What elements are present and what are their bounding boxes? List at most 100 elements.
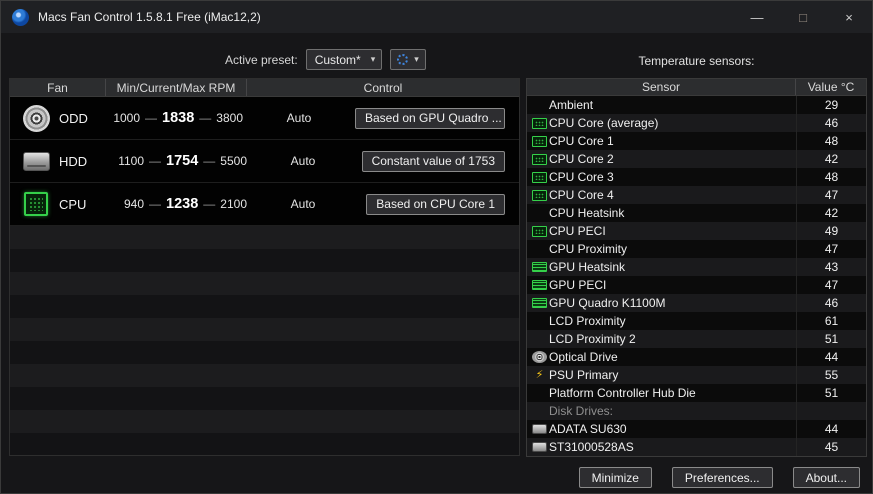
disk-drive-icon xyxy=(532,442,547,452)
sensor-name: PSU Primary xyxy=(549,368,619,382)
title-bar: Macs Fan Control 1.5.8.1 Free (iMac12,2)… xyxy=(1,1,872,33)
sensor-name: Ambient xyxy=(549,98,594,112)
sensor-name: CPU Proximity xyxy=(549,242,628,256)
sensor-value: 42 xyxy=(796,150,866,168)
sensor-name: Optical Drive xyxy=(549,350,618,364)
fan-rpm-min: 940 xyxy=(124,197,145,211)
hard-drive-icon xyxy=(22,151,50,171)
fan-rpm-max: 5500 xyxy=(220,154,247,168)
sensor-value: 51 xyxy=(796,384,866,402)
rpm-separator: — xyxy=(149,154,162,168)
sensor-value: 46 xyxy=(796,114,866,132)
sensor-name: CPU Core 3 xyxy=(549,170,614,184)
sensor-value: 47 xyxy=(796,240,866,258)
preset-dropdown[interactable]: Custom* ▾ xyxy=(305,49,383,70)
fan-rpm-cell: 1100 — 1754 — 5500 xyxy=(106,153,247,169)
fan-rpm-current: 1838 xyxy=(162,110,195,126)
fan-icon-box xyxy=(21,192,51,216)
sensor-value: 51 xyxy=(796,330,866,348)
cpu-chip-icon xyxy=(532,153,547,165)
preset-refresh-button[interactable]: ▾ xyxy=(390,49,426,70)
sensor-name: LCD Proximity xyxy=(549,314,626,328)
sensor-row[interactable]: CPU Core 1 48 xyxy=(527,132,866,150)
footer-bar: Minimize Preferences... About... xyxy=(578,467,860,488)
about-button[interactable]: About... xyxy=(792,467,860,488)
minimize-app-button[interactable]: Minimize xyxy=(578,467,652,488)
sensor-name: CPU Core 2 xyxy=(549,152,614,166)
sensor-value: 48 xyxy=(796,168,866,186)
sensor-column-header: Sensor xyxy=(527,79,796,95)
fan-row[interactable]: ODD 1000 — 1838 — 3800 Auto Based on GPU… xyxy=(10,97,519,140)
rpm-separator: — xyxy=(149,197,162,211)
fan-control-cell: Auto Constant value of 1753 xyxy=(247,150,519,172)
fan-rpm-cell: 940 — 1238 — 2100 xyxy=(106,196,247,212)
fan-rpm-max: 3800 xyxy=(216,111,243,125)
fan-table-empty-area xyxy=(10,226,519,455)
sensor-name: LCD Proximity 2 xyxy=(549,332,636,346)
sensor-row[interactable]: GPU Heatsink 43 xyxy=(527,258,866,276)
sensor-row[interactable]: CPU Heatsink 42 xyxy=(527,204,866,222)
sensor-row[interactable]: Ambient 29 xyxy=(527,96,866,114)
sensor-value: 45 xyxy=(796,438,866,456)
sensor-table: Sensor Value °C Ambient 29 CPU Core (ave… xyxy=(526,78,867,457)
fan-rpm-max: 2100 xyxy=(220,197,247,211)
sensor-value: 44 xyxy=(796,348,866,366)
fan-row[interactable]: CPU 940 — 1238 — 2100 Auto Based on CPU … xyxy=(10,183,519,226)
sensor-row[interactable]: CPU PECI 49 xyxy=(527,222,866,240)
sensor-row[interactable]: CPU Core 4 47 xyxy=(527,186,866,204)
fan-rpm-min: 1000 xyxy=(113,111,141,125)
sensor-row[interactable]: LCD Proximity 2 51 xyxy=(527,330,866,348)
value-column-header: Value °C xyxy=(807,80,855,94)
preferences-button[interactable]: Preferences... xyxy=(671,467,773,488)
sensor-name: Disk Drives: xyxy=(549,404,614,418)
sensor-value: 55 xyxy=(796,366,866,384)
sensor-row[interactable]: LCD Proximity 61 xyxy=(527,312,866,330)
sensor-row[interactable]: ADATA SU630 44 xyxy=(527,420,866,438)
close-window-button[interactable]: × xyxy=(826,1,872,33)
fan-rpm-current: 1754 xyxy=(166,153,199,169)
sensor-name: Platform Controller Hub Die xyxy=(549,386,696,400)
sensor-row[interactable]: GPU Quadro K1100M 46 xyxy=(527,294,866,312)
temperature-sensors-title: Temperature sensors: xyxy=(638,54,755,68)
rpm-separator: — xyxy=(203,154,216,168)
fan-control-button[interactable]: Constant value of 1753 xyxy=(361,150,505,172)
fan-control-button[interactable]: Based on GPU Quadro ... xyxy=(355,107,505,129)
sensor-row[interactable]: CPU Core (average) 46 xyxy=(527,114,866,132)
fan-name: ODD xyxy=(59,110,88,126)
cpu-chip-icon xyxy=(532,225,547,237)
minimize-window-button[interactable]: — xyxy=(734,1,780,33)
fan-name: HDD xyxy=(59,153,88,169)
sensor-name: ST31000528AS xyxy=(549,440,634,454)
sensor-name: CPU Core (average) xyxy=(549,116,659,130)
sensor-row[interactable]: ST31000528AS 45 xyxy=(527,438,866,456)
fan-rows: ODD 1000 — 1838 — 3800 Auto Based on GPU… xyxy=(10,97,519,226)
gpu-chip-icon xyxy=(532,298,547,308)
sensor-name: ADATA SU630 xyxy=(549,422,627,436)
sensor-row[interactable]: Disk Drives: xyxy=(527,402,866,420)
sensor-value: 29 xyxy=(796,96,866,114)
fan-row[interactable]: HDD 1100 — 1754 — 5500 Auto Constant val… xyxy=(10,140,519,183)
fan-table-header: Fan Min/Current/Max RPM Control xyxy=(10,79,519,97)
sensor-value: 48 xyxy=(796,132,866,150)
fan-name-cell: CPU xyxy=(10,192,106,216)
fan-control-cell: Auto Based on CPU Core 1 xyxy=(247,193,519,215)
sensor-value: 61 xyxy=(796,312,866,330)
sensor-rows: Ambient 29 CPU Core (average) 46 CPU Cor… xyxy=(527,96,866,456)
sensor-value: 47 xyxy=(796,276,866,294)
fan-name-cell: ODD xyxy=(10,104,102,132)
sensor-name: GPU Quadro K1100M xyxy=(549,296,666,310)
sensor-row[interactable]: CPU Core 3 48 xyxy=(527,168,866,186)
sensor-row[interactable]: Optical Drive 44 xyxy=(527,348,866,366)
fan-rpm-current: 1238 xyxy=(166,196,199,212)
sensor-row[interactable]: CPU Core 2 42 xyxy=(527,150,866,168)
sensor-row[interactable]: GPU PECI 47 xyxy=(527,276,866,294)
preset-bar: Active preset: Custom* ▾ ▾ xyxy=(225,49,426,70)
maximize-window-button[interactable]: □ xyxy=(780,1,826,33)
fan-rpm-min: 1100 xyxy=(118,154,145,168)
fan-control-button[interactable]: Based on CPU Core 1 xyxy=(366,193,505,215)
sensor-name: CPU PECI xyxy=(549,224,606,238)
sensor-row[interactable]: ⚡ PSU Primary 55 xyxy=(527,366,866,384)
preset-dropdown-value: Custom* xyxy=(314,52,361,67)
sensor-row[interactable]: CPU Proximity 47 xyxy=(527,240,866,258)
sensor-row[interactable]: Platform Controller Hub Die 51 xyxy=(527,384,866,402)
